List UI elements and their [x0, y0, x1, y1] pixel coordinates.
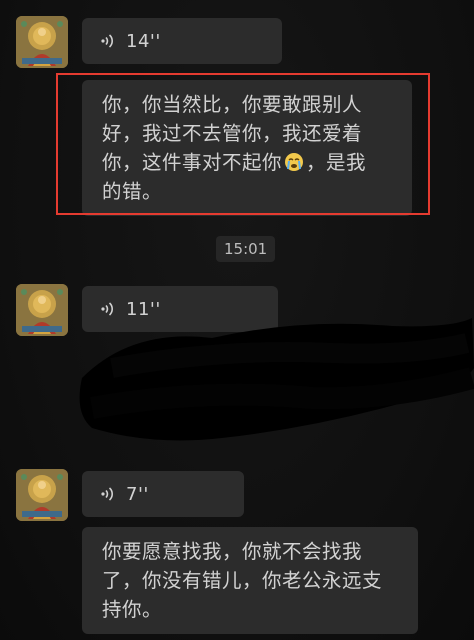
- buddha-thangka-avatar: [16, 469, 68, 521]
- voice-wave-icon: [101, 487, 114, 501]
- avatar[interactable]: [16, 469, 68, 521]
- message-line: 持你。: [102, 598, 163, 621]
- buddha-thangka-avatar: [16, 16, 68, 68]
- message-line: 好，我过不去管你，我还爱着: [102, 122, 363, 145]
- message-text: ，是我: [306, 151, 367, 174]
- buddha-thangka-avatar: [16, 284, 68, 336]
- message-line: 你，这件事对不起你 ，是我: [102, 148, 398, 177]
- timestamp: 15:01: [216, 236, 276, 262]
- redaction-scribble: [79, 318, 474, 441]
- voice-wave-icon: [101, 34, 114, 48]
- avatar[interactable]: [16, 16, 68, 68]
- voice-message-bubble[interactable]: 14'': [82, 18, 282, 64]
- message-line: 你，你当然比，你要敢跟别人: [102, 93, 363, 116]
- message-line: 了，你没有错儿，你老公永远支: [102, 569, 383, 592]
- voice-duration: 14'': [126, 30, 161, 52]
- crying-emoji-icon: [285, 153, 304, 171]
- message-line: 你要愿意找我，你就不会找我: [102, 540, 363, 563]
- text-message-bubble[interactable]: 你，你当然比，你要敢跟别人 好，我过不去管你，我还爱着 你，这件事对不起你 ，是我…: [82, 80, 412, 216]
- chat-area: 14'' 你，你当然比，你要敢跟别人 好，我过不去管你，我还爱着 你，这件事对不…: [0, 0, 474, 640]
- text-message-bubble[interactable]: 你要愿意找我，你就不会找我 了，你没有错儿，你老公永远支 持你。: [82, 527, 418, 634]
- message-line: 的错。: [102, 180, 163, 203]
- voice-message-bubble[interactable]: 7'': [82, 471, 244, 517]
- avatar[interactable]: [16, 284, 68, 336]
- message-text: 你，这件事对不起你: [102, 151, 283, 174]
- voice-duration: 7'': [126, 483, 149, 505]
